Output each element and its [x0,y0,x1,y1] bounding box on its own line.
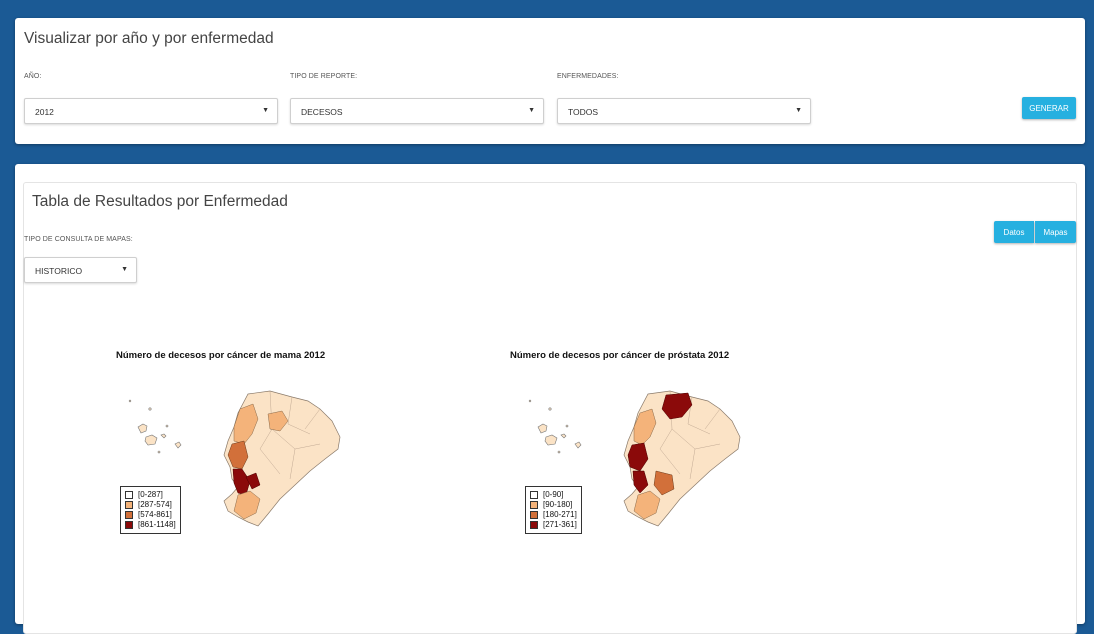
map-legend-prostate-cancer: [0-90] [90-180] [180-271] [271-361] [525,486,582,534]
legend-label: [574-861] [138,510,172,519]
galapagos-islands [528,399,582,454]
legend-swatch [530,521,538,529]
legend-label: [287-574] [138,500,172,509]
legend-item: [0-287] [125,490,176,500]
results-panel: Tabla de Resultados por Enfermedad Datos… [15,164,1085,634]
diseases-label: ENFERMEDADES: [557,73,619,80]
legend-item: [0-90] [530,490,577,500]
report-type-select[interactable]: DECESOS ▼ [290,98,544,124]
filters-panel-title: Visualizar por año y por enfermedad [24,30,274,47]
legend-item: [90-180] [530,500,577,510]
legend-label: [90-180] [543,500,573,509]
galapagos-islands [128,399,182,454]
legend-swatch [530,511,538,519]
legend-item: [271-361] [530,520,577,530]
map-title-prostate-cancer: Número de decesos por cáncer de próstata… [510,350,730,361]
legend-label: [861-1148] [138,520,176,529]
data-button[interactable]: Datos [994,221,1034,243]
map-query-type-label: TIPO DE CONSULTA DE MAPAS: [24,236,133,243]
legend-swatch [530,491,538,499]
legend-item: [574-861] [125,510,176,520]
map-title-breast-cancer: Número de decesos por cáncer de mama 201… [116,350,326,361]
results-panel-title: Tabla de Resultados por Enfermedad [32,193,288,210]
map-legend-breast-cancer: [0-287] [287-574] [574-861] [861-1148] [120,486,181,534]
legend-label: [180-271] [543,510,577,519]
legend-label: [0-90] [543,490,564,499]
year-select-value: 2012 [35,107,54,117]
generate-button[interactable]: GENERAR [1022,97,1076,119]
caret-down-icon: ▼ [121,266,128,273]
diseases-select-value: TODOS [568,107,599,117]
legend-label: [271-361] [543,520,577,529]
year-select[interactable]: 2012 ▼ [24,98,278,124]
legend-swatch [530,501,538,509]
legend-item: [287-574] [125,500,176,510]
legend-item: [180-271] [530,510,577,520]
report-type-label: TIPO DE REPORTE: [290,73,358,80]
legend-swatch [125,491,133,499]
filters-panel: Visualizar por año y por enfermedad AÑO:… [15,18,1085,144]
legend-label: [0-287] [138,490,163,499]
legend-item: [861-1148] [125,520,176,530]
map-query-type-value: HISTORICO [35,266,83,276]
caret-down-icon: ▼ [795,107,802,114]
caret-down-icon: ▼ [528,107,535,114]
legend-swatch [125,501,133,509]
maps-button[interactable]: Mapas [1035,221,1076,243]
report-type-select-value: DECESOS [301,107,343,117]
diseases-select[interactable]: TODOS ▼ [557,98,811,124]
legend-swatch [125,521,133,529]
caret-down-icon: ▼ [262,107,269,114]
legend-swatch [125,511,133,519]
map-query-type-select[interactable]: HISTORICO ▼ [24,257,137,283]
year-label: AÑO: [24,73,42,80]
